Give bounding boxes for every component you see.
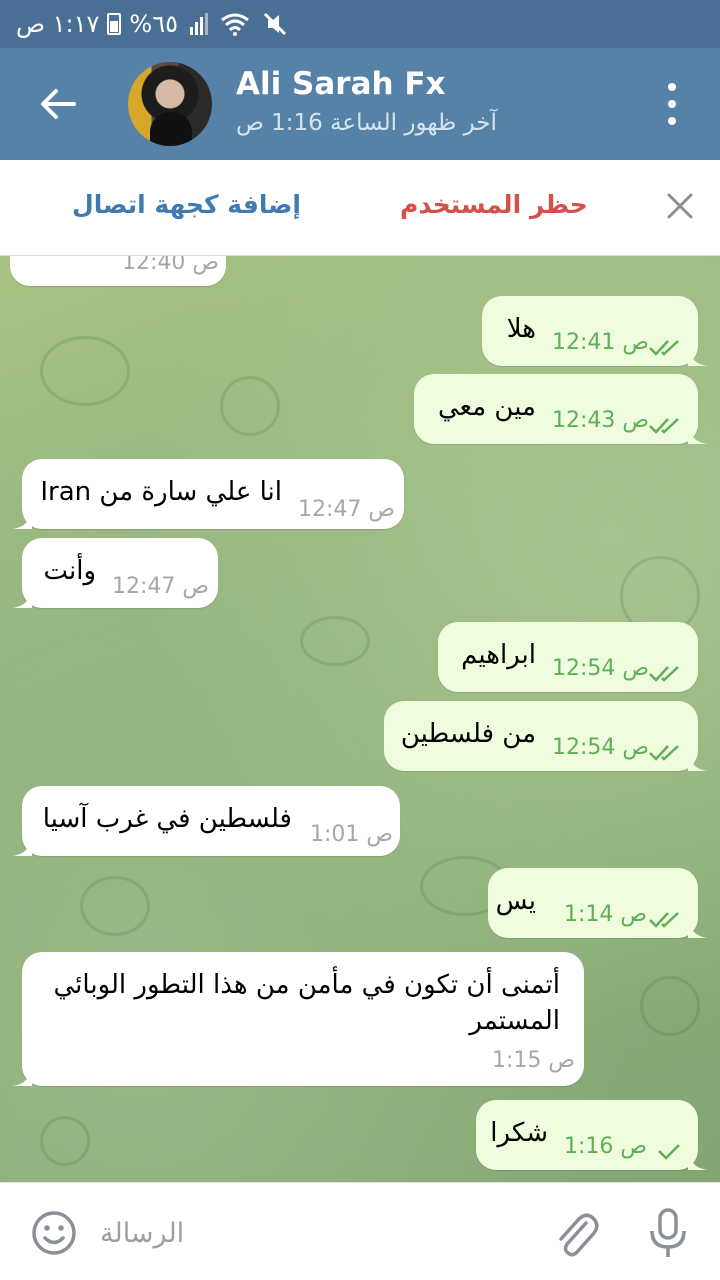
chat-header: Ali Sarah Fx آخر ظهور الساعة 1:16 ص bbox=[0, 48, 720, 160]
message-text-line-1: أتمنى أن تكون في مأمن من هذا التطور الوب… bbox=[53, 970, 560, 1000]
message-time: 12:54 ص bbox=[552, 656, 650, 681]
attach-button[interactable] bbox=[552, 1207, 600, 1259]
single-check-icon bbox=[658, 1144, 680, 1160]
back-button[interactable] bbox=[30, 76, 86, 132]
message-outgoing[interactable]: ابراهيم 12:54 ص bbox=[438, 622, 698, 692]
message-outgoing[interactable]: هلا 12:41 ص bbox=[482, 296, 708, 366]
add-contact-button[interactable]: إضافة كجهة اتصال bbox=[72, 190, 301, 219]
wifi-icon bbox=[221, 13, 249, 36]
emoji-button[interactable] bbox=[30, 1209, 78, 1257]
mute-icon bbox=[263, 12, 287, 36]
message-text: فلسطين في غرب آسيا bbox=[42, 804, 292, 834]
status-left: ١:١٧ ص %٦٥ bbox=[16, 10, 178, 38]
message-input-bar bbox=[0, 1182, 720, 1280]
message-time: 12:47 ص bbox=[298, 497, 396, 522]
message-time: 1:01 ص bbox=[310, 822, 394, 847]
message-outgoing[interactable]: مين معي 12:43 ص bbox=[414, 374, 708, 444]
contact-name[interactable]: Ali Sarah Fx bbox=[236, 66, 446, 102]
message-incoming[interactable]: 12:40 ص bbox=[10, 256, 226, 286]
attach-icon bbox=[559, 1213, 599, 1257]
message-time: 1:14 ص bbox=[564, 902, 648, 927]
message-outgoing[interactable]: من فلسطين 12:54 ص bbox=[384, 701, 708, 771]
message-text: هلا bbox=[506, 314, 536, 344]
bubble-tail bbox=[688, 1150, 708, 1170]
message-time: 1:15 ص bbox=[492, 1048, 576, 1073]
message-input[interactable] bbox=[100, 1211, 400, 1255]
wallpaper-doodle bbox=[40, 336, 130, 406]
message-incoming[interactable]: فلسطين في غرب آسيا 1:01 ص bbox=[12, 786, 400, 856]
double-check-icon bbox=[649, 418, 679, 434]
message-incoming[interactable]: أتمنى أن تكون في مأمن من هذا التطور الوب… bbox=[12, 952, 584, 1086]
wallpaper-doodle bbox=[300, 616, 370, 666]
bubble-tail bbox=[12, 1066, 32, 1086]
more-vertical-icon bbox=[668, 82, 676, 91]
signal-icon bbox=[190, 13, 209, 35]
wallpaper-doodle bbox=[40, 1116, 90, 1166]
message-text: شكرا bbox=[490, 1118, 548, 1148]
close-icon bbox=[667, 193, 693, 219]
status-time: ١:١٧ ص bbox=[16, 10, 100, 38]
double-check-icon bbox=[649, 745, 679, 761]
battery-icon bbox=[107, 13, 122, 35]
message-time: 12:43 ص bbox=[552, 408, 650, 433]
message-outgoing[interactable]: شكرا 1:16 ص bbox=[476, 1100, 708, 1170]
bubble-tail bbox=[688, 424, 708, 444]
message-list[interactable]: 12:40 ص هلا 12:41 ص مين معي 12:43 ص انا … bbox=[0, 256, 720, 1182]
double-check-icon bbox=[649, 666, 679, 682]
block-user-button[interactable]: حظر المستخدم bbox=[400, 190, 588, 219]
message-time: 12:40 ص bbox=[122, 256, 220, 275]
wallpaper-doodle bbox=[80, 876, 150, 936]
double-check-icon bbox=[649, 912, 679, 928]
wallpaper-doodle bbox=[640, 976, 700, 1036]
message-text-line-2: المستمر bbox=[469, 1006, 560, 1036]
avatar[interactable] bbox=[128, 62, 212, 146]
emoji-icon bbox=[32, 1211, 76, 1255]
close-button[interactable] bbox=[664, 190, 696, 222]
wallpaper-doodle bbox=[220, 376, 280, 436]
status-bar: ١:١٧ ص %٦٥ bbox=[0, 0, 720, 48]
double-check-icon bbox=[649, 340, 679, 356]
bubble-tail bbox=[12, 509, 32, 529]
message-text: ابراهيم bbox=[461, 640, 536, 670]
message-outgoing[interactable]: يس 1:14 ص bbox=[488, 868, 708, 938]
message-incoming[interactable]: انا علي سارة من Iran 12:47 ص bbox=[12, 459, 404, 529]
message-text: يس bbox=[495, 886, 536, 916]
message-text: انا علي سارة من Iran bbox=[40, 477, 282, 507]
telegram-chat-screen: ١:١٧ ص %٦٥ Ali Sarah Fx آخر ظهور الساعة … bbox=[0, 0, 720, 1280]
bubble-tail bbox=[12, 588, 32, 608]
message-time: 1:16 ص bbox=[564, 1134, 648, 1159]
action-bar: إضافة كجهة اتصال حظر المستخدم bbox=[0, 160, 720, 256]
message-text: من فلسطين bbox=[400, 719, 536, 749]
message-text: وأنت bbox=[43, 556, 96, 586]
message-incoming[interactable]: وأنت 12:47 ص bbox=[12, 538, 218, 608]
message-time: 12:54 ص bbox=[552, 735, 650, 760]
last-seen: آخر ظهور الساعة 1:16 ص bbox=[236, 110, 497, 136]
more-options-button[interactable] bbox=[656, 78, 688, 130]
bubble-tail bbox=[12, 836, 32, 856]
back-arrow-icon bbox=[41, 89, 76, 119]
battery-percent: %٦٥ bbox=[129, 10, 179, 38]
bubble-tail bbox=[688, 918, 708, 938]
message-time: 12:47 ص bbox=[112, 574, 210, 599]
mic-button[interactable] bbox=[648, 1207, 688, 1259]
bubble-tail bbox=[688, 346, 708, 366]
message-time: 12:41 ص bbox=[552, 330, 650, 355]
bubble-tail bbox=[688, 751, 708, 771]
status-icons bbox=[190, 11, 288, 37]
mic-icon bbox=[650, 1208, 686, 1257]
message-text: مين معي bbox=[438, 392, 536, 422]
